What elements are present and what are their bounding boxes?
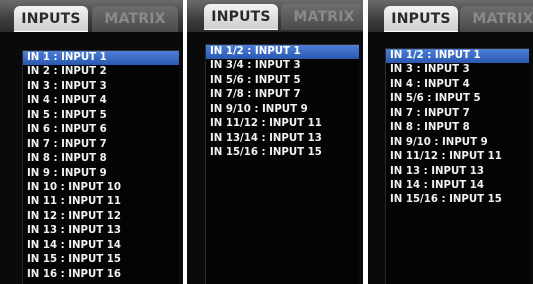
list-item[interactable]: IN 13 : INPUT 13 [386,165,529,179]
list-item[interactable]: IN 11/12 : INPUT 11 [386,150,529,164]
list-item[interactable]: IN 3/4 : INPUT 3 [206,59,359,73]
list-item[interactable]: IN 15/16 : INPUT 15 [386,193,529,207]
list-item[interactable]: IN 15 : INPUT 15 [23,253,179,267]
list-item[interactable]: IN 8 : INPUT 8 [386,121,529,135]
list-item[interactable]: IN 5 : INPUT 5 [23,109,179,123]
list-item[interactable]: IN 11 : INPUT 11 [23,195,179,209]
list-item[interactable]: IN 16 : INPUT 16 [23,268,179,282]
list-item-selected[interactable]: IN 1 : INPUT 1 [23,51,179,66]
tab-matrix[interactable]: MATRIX [460,6,533,32]
list-item[interactable]: IN 14 : INPUT 14 [386,179,529,193]
list-item[interactable]: IN 11/12 : INPUT 11 [206,117,359,131]
list-item[interactable]: IN 9/10 : INPUT 9 [206,103,359,117]
list-item[interactable]: IN 7/8 : INPUT 7 [206,88,359,102]
input-list: IN 1/2 : INPUT 1 IN 3 : INPUT 3 IN 4 : INP… [385,48,529,284]
list-item[interactable]: IN 7 : INPUT 7 [23,138,179,152]
list-item[interactable]: IN 15/16 : INPUT 15 [206,146,359,160]
list-item[interactable]: IN 3 : INPUT 3 [23,80,179,94]
list-item[interactable]: IN 8 : INPUT 8 [23,152,179,166]
list-item[interactable]: IN 14 : INPUT 14 [23,239,179,253]
list-item[interactable]: IN 4 : INPUT 4 [386,78,529,92]
tab-bar: INPUTS MATRIX [0,0,183,32]
tab-matrix[interactable]: MATRIX [92,6,178,32]
tab-inputs[interactable]: INPUTS [14,6,88,32]
list-item-selected[interactable]: IN 1/2 : INPUT 1 [386,49,529,64]
list-item[interactable]: IN 4 : INPUT 4 [23,94,179,108]
input-list: IN 1/2 : INPUT 1 IN 3/4 : INPUT 3 IN 5/6 :… [205,44,359,284]
inputs-panel-stereo: INPUTS MATRIX IN 1/2 : INPUT 1 IN 3/4 : I… [187,0,363,284]
list-item[interactable]: IN 3 : INPUT 3 [386,63,529,77]
list-item[interactable]: IN 2 : INPUT 2 [23,65,179,79]
list-item[interactable]: IN 13/14 : INPUT 13 [206,132,359,146]
list-item[interactable]: IN 10 : INPUT 10 [23,181,179,195]
tab-inputs[interactable]: INPUTS [384,6,458,32]
tab-inputs[interactable]: INPUTS [204,4,278,30]
list-item-selected[interactable]: IN 1/2 : INPUT 1 [206,45,359,60]
list-item[interactable]: IN 9 : INPUT 9 [23,167,179,181]
list-item[interactable]: IN 6 : INPUT 6 [23,123,179,137]
inputs-panel-mono: INPUTS MATRIX IN 1 : INPUT 1 IN 2 : INPUT… [0,0,183,284]
input-list: IN 1 : INPUT 1 IN 2 : INPUT 2 IN 3 : INPUT… [22,50,179,284]
tab-bar: INPUTS MATRIX [187,0,363,32]
list-item[interactable]: IN 9/10 : INPUT 9 [386,136,529,150]
list-item[interactable]: IN 5/6 : INPUT 5 [386,92,529,106]
tab-bar: INPUTS MATRIX [368,0,533,32]
list-item[interactable]: IN 12 : INPUT 12 [23,210,179,224]
tab-matrix[interactable]: MATRIX [281,4,363,30]
list-item[interactable]: IN 7 : INPUT 7 [386,107,529,121]
list-item[interactable]: IN 5/6 : INPUT 5 [206,74,359,88]
list-item[interactable]: IN 13 : INPUT 13 [23,224,179,238]
inputs-panel-mixed: INPUTS MATRIX IN 1/2 : INPUT 1 IN 3 : INP… [368,0,533,284]
